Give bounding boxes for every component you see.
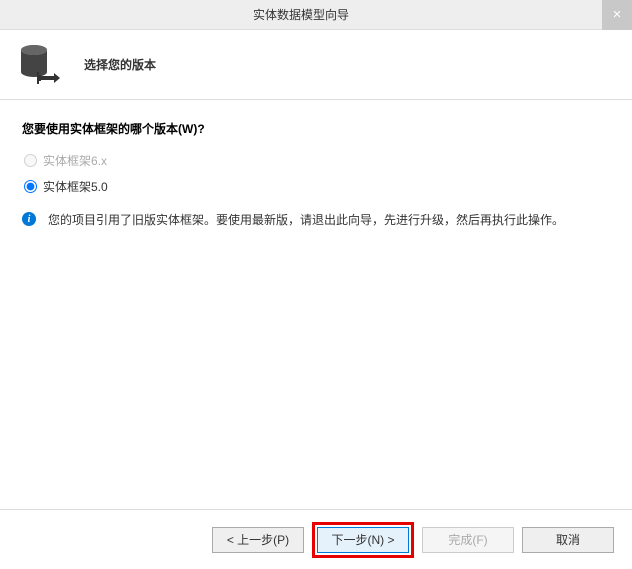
radio-ef5[interactable] — [24, 180, 37, 193]
version-radio-group: 实体框架6.x 实体框架5.0 — [24, 151, 610, 195]
info-text: 您的项目引用了旧版实体框架。要使用最新版，请退出此向导，先进行升级，然后再执行此… — [48, 211, 564, 229]
info-row: i 您的项目引用了旧版实体框架。要使用最新版，请退出此向导，先进行升级，然后再执… — [22, 211, 610, 229]
window-title: 实体数据模型向导 — [0, 6, 602, 23]
titlebar: 实体数据模型向导 × — [0, 0, 632, 30]
finish-button: 完成(F) — [422, 527, 514, 553]
wizard-content: 您要使用实体框架的哪个版本(W)? 实体框架6.x 实体框架5.0 i 您的项目… — [0, 100, 632, 500]
wizard-footer: < 上一步(P) 下一步(N) > 完成(F) 取消 — [0, 509, 632, 569]
prev-button[interactable]: < 上一步(P) — [212, 527, 304, 553]
wizard-header: 选择您的版本 — [0, 30, 632, 100]
info-icon: i — [22, 212, 36, 226]
close-button[interactable]: × — [602, 0, 632, 30]
database-icon — [18, 42, 64, 88]
radio-ef5-label[interactable]: 实体框架5.0 — [43, 178, 108, 195]
next-button-highlight: 下一步(N) > — [312, 522, 414, 558]
radio-option-ef5[interactable]: 实体框架5.0 — [24, 177, 610, 195]
next-button[interactable]: 下一步(N) > — [317, 527, 409, 553]
close-icon: × — [613, 6, 622, 23]
radio-ef6-label: 实体框架6.x — [43, 152, 107, 169]
cancel-button[interactable]: 取消 — [522, 527, 614, 553]
question-label: 您要使用实体框架的哪个版本(W)? — [22, 120, 610, 137]
page-title: 选择您的版本 — [84, 56, 156, 73]
radio-option-ef6: 实体框架6.x — [24, 151, 610, 169]
radio-ef6 — [24, 154, 37, 167]
